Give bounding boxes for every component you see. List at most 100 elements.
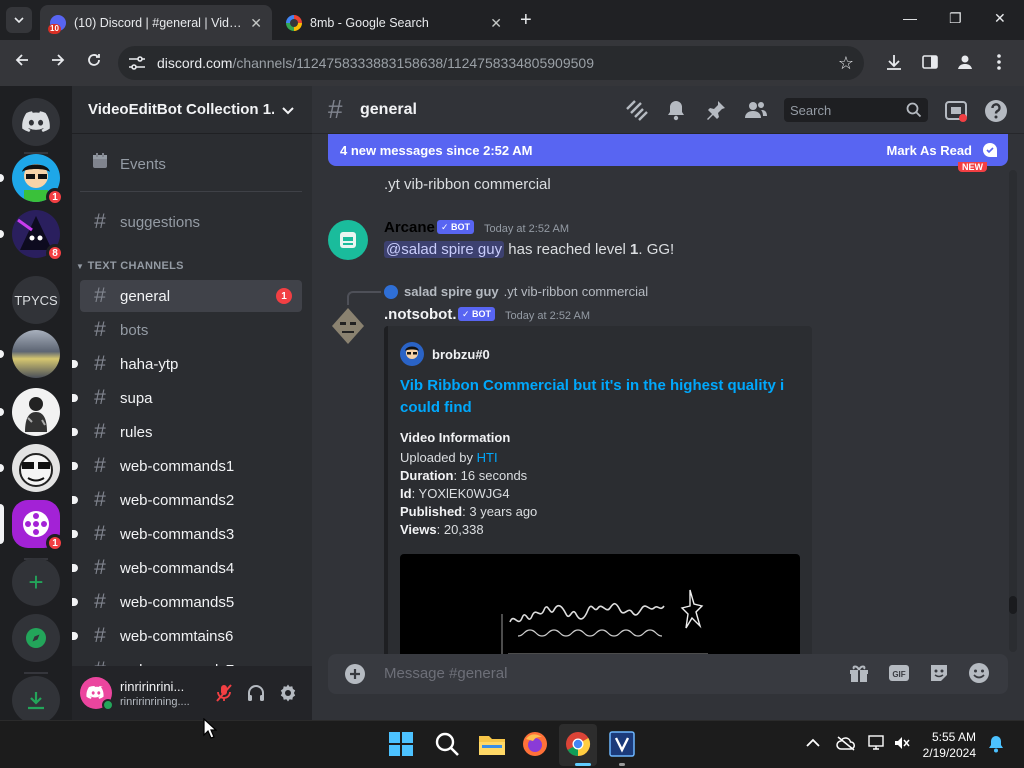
gift-icon[interactable] xyxy=(848,662,870,689)
threads-icon[interactable] xyxy=(624,99,648,126)
gear-icon[interactable] xyxy=(278,683,298,708)
message-author[interactable]: .notsobot. xyxy=(384,306,456,323)
unread-indicator xyxy=(72,360,78,368)
reload-button[interactable] xyxy=(86,52,102,72)
server-icon-7[interactable]: 1 xyxy=(0,500,64,552)
message-timestamp: Today at 2:52 AM xyxy=(484,223,569,235)
bookmark-star-icon[interactable]: ☆ xyxy=(838,53,854,74)
profile-icon[interactable] xyxy=(956,53,974,76)
scrollbar-track[interactable] xyxy=(1009,170,1017,652)
side-panel-icon[interactable] xyxy=(921,53,939,76)
channel-web-commands4[interactable]: # web-commands4 xyxy=(72,552,302,584)
message-timestamp: Today at 2:52 AM xyxy=(505,310,590,322)
close-icon[interactable]: ✕ xyxy=(250,15,262,32)
search-input[interactable]: Search xyxy=(784,98,928,122)
bell-icon[interactable] xyxy=(665,99,687,126)
embed-field-published: Published: 3 years ago xyxy=(400,504,538,519)
google-favicon-icon xyxy=(286,14,302,31)
gif-icon[interactable]: GIF xyxy=(888,662,910,689)
server-icon-1[interactable]: 1 xyxy=(0,154,64,206)
mic-muted-icon[interactable] xyxy=(214,683,234,708)
channel-web-commands3[interactable]: # web-commands3 xyxy=(72,518,302,550)
pin-icon[interactable] xyxy=(705,99,727,126)
cloud-offline-icon[interactable] xyxy=(836,735,856,754)
avatar[interactable] xyxy=(328,306,368,346)
server-icon-6[interactable] xyxy=(0,444,60,492)
inbox-icon[interactable] xyxy=(944,99,968,128)
chevron-up-icon[interactable] xyxy=(806,735,820,751)
channel-supa[interactable]: # supa xyxy=(72,382,302,414)
volume-muted-icon[interactable] xyxy=(893,735,911,754)
window-close-icon[interactable]: ✕ xyxy=(994,10,1006,27)
tab-search-button[interactable] xyxy=(6,7,32,33)
channel-suggestions[interactable]: # suggestions xyxy=(80,206,302,238)
windows-start-icon[interactable] xyxy=(388,731,416,759)
download-icon[interactable] xyxy=(885,53,903,76)
channel-web-commands2[interactable]: # web-commands2 xyxy=(72,484,302,516)
search-placeholder: Search xyxy=(790,103,832,118)
site-info-icon[interactable] xyxy=(128,55,146,76)
embed-video-thumbnail[interactable] xyxy=(400,554,800,654)
server-icon-2[interactable]: 8 xyxy=(0,210,64,262)
network-icon[interactable] xyxy=(868,735,886,754)
address-bar[interactable]: discord.com/channels/1124758333883158638… xyxy=(118,46,864,80)
server-header[interactable]: VideoEditBot Collection 1.0 xyxy=(72,86,312,134)
close-icon[interactable]: ✕ xyxy=(490,15,502,32)
mark-as-read-button[interactable]: Mark As Read xyxy=(887,143,973,158)
reply-connector xyxy=(347,291,381,305)
new-messages-bar[interactable]: 4 new messages since 2:52 AM Mark As Rea… xyxy=(328,134,1008,166)
channel-haha-ytp[interactable]: # haha-ytp xyxy=(72,348,302,380)
download-apps-button[interactable] xyxy=(12,676,60,724)
explore-servers-button[interactable] xyxy=(12,614,60,662)
chrome-icon[interactable] xyxy=(565,731,593,759)
channel-web-commtains6[interactable]: # web-commtains6 xyxy=(72,620,302,652)
user-mention[interactable]: @salad spire guy xyxy=(384,241,505,258)
server-icon-5[interactable] xyxy=(0,388,60,436)
add-attachment-button[interactable] xyxy=(344,663,366,690)
new-tab-button[interactable]: + xyxy=(520,10,532,30)
server-icon-4[interactable] xyxy=(0,330,60,378)
tab-discord[interactable]: 10 (10) Discord | #general | VideoEd ✕ xyxy=(40,5,272,40)
category-header[interactable]: ▼ TEXT CHANNELS xyxy=(76,260,184,272)
notification-bell-icon[interactable] xyxy=(988,735,1004,756)
channel-general[interactable]: # general 1 xyxy=(80,280,302,312)
back-button[interactable] xyxy=(14,52,30,72)
reply-reference[interactable]: salad spire guy .yt vib-ribbon commercia… xyxy=(384,284,648,299)
vegas-app-icon[interactable] xyxy=(609,731,637,759)
restore-icon[interactable]: ❐ xyxy=(949,10,962,27)
channel-web-commands1[interactable]: # web-commands1 xyxy=(72,450,302,482)
system-clock[interactable]: 5:55 AM 2/19/2024 xyxy=(916,729,976,761)
tab-google-search[interactable]: 8mb - Google Search ✕ xyxy=(276,5,512,40)
sticker-icon[interactable] xyxy=(928,662,950,689)
embed-author[interactable]: brobzu#0 xyxy=(400,342,490,366)
avatar[interactable] xyxy=(328,220,368,260)
file-explorer-icon[interactable] xyxy=(478,731,506,759)
help-icon[interactable] xyxy=(984,99,1008,128)
forward-button[interactable] xyxy=(50,52,66,72)
channel-web-commands5[interactable]: # web-commands5 xyxy=(72,586,302,618)
uploader-link[interactable]: HTI xyxy=(477,450,498,465)
message-input[interactable]: Message #general GIF xyxy=(328,654,1008,694)
headphones-icon[interactable] xyxy=(246,683,266,708)
unread-indicator xyxy=(0,350,4,358)
message-author[interactable]: Arcane xyxy=(384,219,435,236)
home-button[interactable] xyxy=(12,98,60,146)
channel-bots[interactable]: # bots xyxy=(80,314,302,346)
unread-indicator xyxy=(0,174,4,182)
url-text: discord.com/channels/1124758333883158638… xyxy=(157,55,594,71)
channel-rules[interactable]: # rules xyxy=(72,416,302,448)
add-server-button[interactable]: + xyxy=(12,558,60,606)
scrollbar-thumb[interactable] xyxy=(1009,596,1017,614)
member-list-icon[interactable] xyxy=(744,99,768,126)
firefox-icon[interactable] xyxy=(522,731,550,759)
channel-events[interactable]: Events xyxy=(80,148,302,180)
search-icon xyxy=(906,102,922,118)
emoji-icon[interactable] xyxy=(968,662,990,689)
check-icon: ✓ xyxy=(462,309,473,319)
search-icon[interactable] xyxy=(434,731,462,759)
minimize-icon[interactable]: — xyxy=(903,10,917,26)
menu-dots-icon[interactable] xyxy=(996,53,1002,76)
server-icon-tpycs[interactable]: TPYCS xyxy=(12,276,60,324)
unread-indicator xyxy=(72,462,78,470)
embed-title-link[interactable]: Vib Ribbon Commercial but it's in the hi… xyxy=(400,375,800,419)
